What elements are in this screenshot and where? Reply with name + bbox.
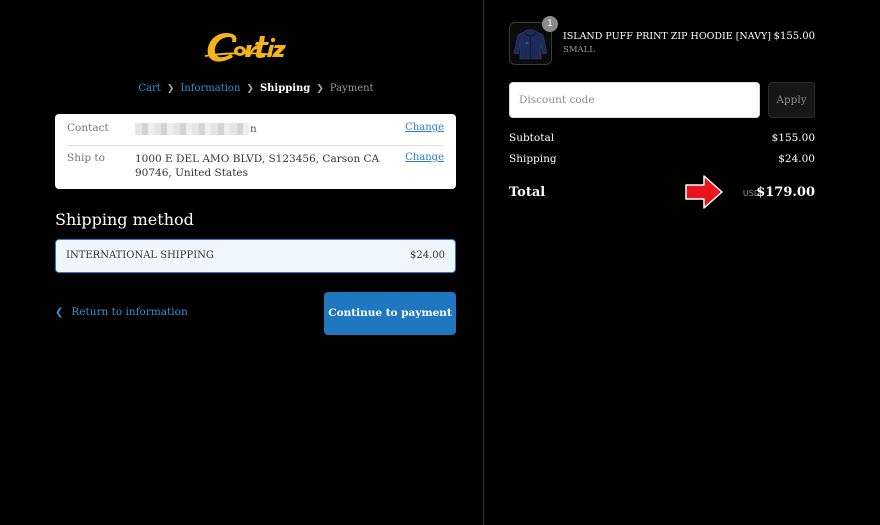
quantity-badge: 1 xyxy=(542,16,558,32)
return-to-information-link[interactable]: ❮ Return to information xyxy=(55,306,188,318)
discount-code-input[interactable] xyxy=(509,82,760,118)
chevron-right-icon: ❯ xyxy=(166,84,175,94)
total-amount: $179.00 xyxy=(756,185,815,200)
breadcrumb: Cart ❯ Information ❯ Shipping ❯ Payment xyxy=(0,83,512,94)
subtotal-label: Subtotal xyxy=(509,132,555,144)
change-ship-to-link[interactable]: Change xyxy=(405,152,444,163)
breadcrumb-payment: Payment xyxy=(329,83,374,94)
breadcrumb-shipping: Shipping xyxy=(259,83,311,94)
review-block: Contact n Change Ship to 1000 E DEL AMO … xyxy=(55,114,456,189)
contact-value-tail: n xyxy=(250,123,257,135)
apply-discount-button[interactable]: Apply xyxy=(768,82,815,118)
chevron-left-icon: ❮ xyxy=(55,307,64,318)
breadcrumb-cart[interactable]: Cart xyxy=(138,83,160,94)
shipping-cost-value: $24.00 xyxy=(778,153,815,165)
checkout-main-panel: Cart ❯ Information ❯ Shipping ❯ Payment Contac… xyxy=(0,0,483,525)
red-arrow-icon xyxy=(685,175,723,209)
redacted-email xyxy=(135,123,249,135)
subtotal-value: $155.00 xyxy=(771,132,815,144)
ship-to-value: 1000 E DEL AMO BLVD, S123456, Carson CA … xyxy=(135,153,380,179)
return-to-information-label: Return to information xyxy=(71,306,188,318)
product-price: $155.00 xyxy=(773,31,815,42)
shipping-option-price: $24.00 xyxy=(410,250,445,261)
contact-label: Contact xyxy=(67,122,109,134)
product-name: ISLAND PUFF PRINT ZIP HOODIE [NAVY] xyxy=(563,31,771,42)
shipping-option-name: INTERNATIONAL SHIPPING xyxy=(66,250,214,261)
shipping-method-title: Shipping method xyxy=(55,210,194,229)
chevron-right-icon: ❯ xyxy=(316,84,324,94)
change-contact-link[interactable]: Change xyxy=(405,122,444,133)
continue-to-payment-button[interactable]: Continue to payment xyxy=(324,292,456,335)
product-variant: SMALL xyxy=(563,45,595,55)
review-contact-row: Contact n Change xyxy=(67,122,444,146)
ship-to-label: Ship to xyxy=(67,152,105,164)
shipping-cost-label: Shipping xyxy=(509,153,557,165)
corteiz-logo[interactable] xyxy=(202,24,288,68)
total-label: Total xyxy=(509,185,546,200)
contact-value: n xyxy=(135,122,409,136)
breadcrumb-information[interactable]: Information xyxy=(180,83,240,94)
order-summary-panel: 1 ISLAND PUFF PRINT ZIP HOODIE [NAVY] SM… xyxy=(484,0,880,525)
shipping-option-international[interactable]: INTERNATIONAL SHIPPING $24.00 xyxy=(55,239,456,273)
chevron-right-icon: ❯ xyxy=(246,84,254,94)
